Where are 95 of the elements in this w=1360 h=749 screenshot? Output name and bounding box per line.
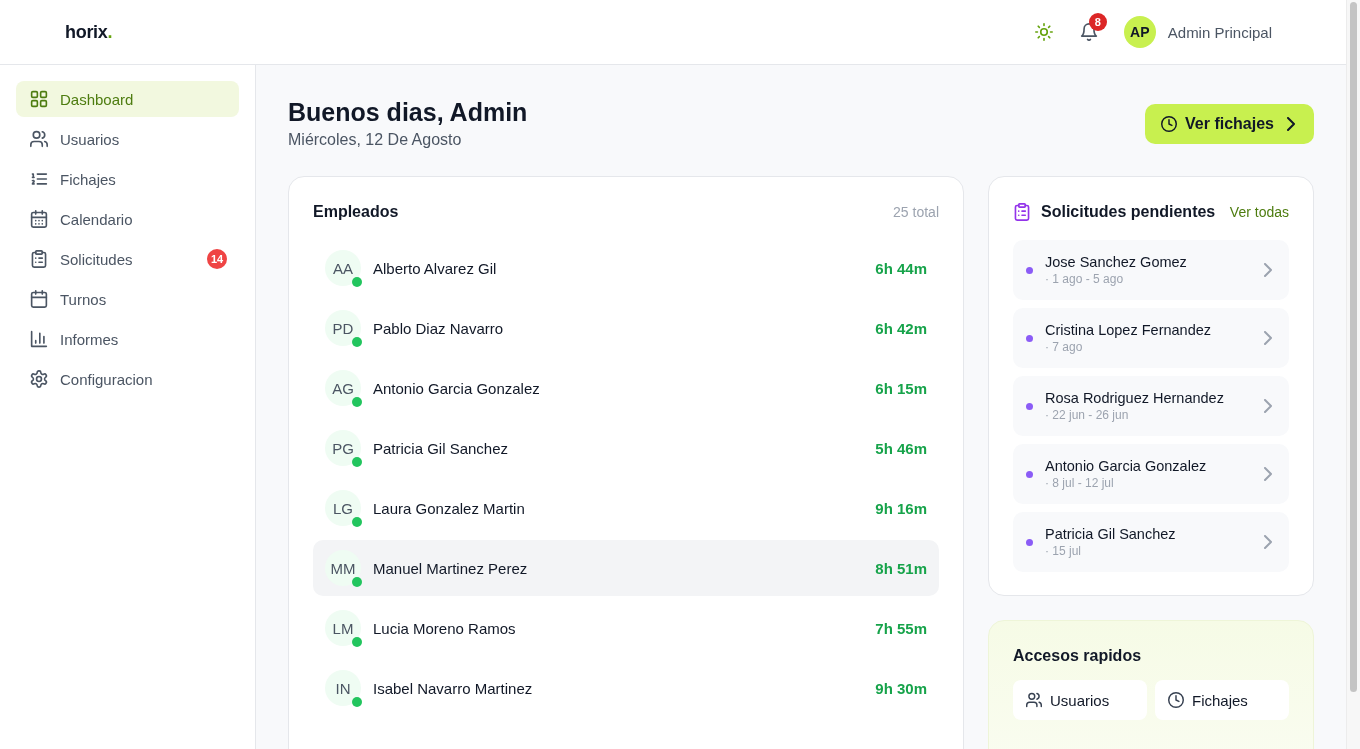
employee-name: Antonio Garcia Gonzalez: [373, 379, 541, 397]
request-item[interactable]: Rosa Rodriguez Hernandez · 22 jun - 26 jun: [1013, 376, 1289, 436]
hours-worked: 7h 55m: [875, 619, 927, 637]
request-dates: · 8 jul - 12 jul: [1045, 476, 1114, 490]
request-item[interactable]: Jose Sanchez Gomez · 1 ago - 5 ago: [1013, 240, 1289, 300]
initials-avatar: MM: [325, 550, 361, 586]
initials-avatar: PD: [325, 310, 361, 346]
employee-row[interactable]: AA Alberto Alvarez Gil 6h 44m: [313, 240, 939, 296]
view-all-link[interactable]: Ver todas: [1229, 204, 1289, 220]
hours-worked: 5h 46m: [875, 439, 927, 457]
user-name: Admin Principal: [1167, 23, 1272, 41]
total-count: 25 total: [893, 204, 939, 220]
scrollbar-thumb[interactable]: [1350, 2, 1357, 692]
clock-icon: [1168, 692, 1184, 708]
users-icon: [30, 130, 48, 148]
employee-row[interactable]: LG Laura Gonzalez Martin 9h 16m: [313, 480, 939, 536]
employee-row[interactable]: PG Patricia Gil Sanchez 5h 46m: [313, 420, 939, 476]
initials-avatar: IN: [325, 670, 361, 706]
employee-row[interactable]: PD Pablo Diaz Navarro 6h 42m: [313, 300, 939, 356]
calendar-icon: [30, 290, 48, 308]
chevron-icon: [1261, 399, 1275, 413]
status-dot-icon: [1026, 470, 1033, 478]
chevron-icon: [1261, 263, 1275, 277]
initials-avatar: PG: [325, 430, 361, 466]
sun-icon[interactable]: [1034, 23, 1053, 41]
hours-worked: 6h 44m: [875, 259, 927, 277]
hours-worked: 8h 51m: [875, 559, 927, 577]
status-dot-icon: [1026, 334, 1033, 342]
hours-worked: 6h 15m: [875, 379, 927, 397]
request-item[interactable]: Patricia Gil Sanchez · 15 jul: [1013, 512, 1289, 572]
request-dates: · 1 ago - 5 ago: [1045, 272, 1124, 286]
employee-name: Alberto Alvarez Gil: [373, 259, 498, 277]
requester-name: Rosa Rodriguez Hernandez: [1045, 390, 1224, 406]
employee-name: Laura Gonzalez Martin: [373, 499, 526, 517]
hours-worked: 9h 16m: [875, 499, 927, 517]
chevron-icon: [1261, 467, 1275, 481]
employee-row[interactable]: MM Manuel Martinez Perez 8h 51m: [313, 540, 939, 596]
hours-worked: 9h 30m: [875, 679, 927, 697]
date-text: Miércoles, 12 De Agosto: [288, 130, 463, 150]
notification-badge: 8: [1088, 13, 1107, 31]
request-dates: · 7 ago: [1045, 340, 1083, 354]
sidebar-item[interactable]: Calendario: [16, 201, 239, 237]
status-dot-icon: [1026, 402, 1033, 410]
employee-name: Lucia Moreno Ramos: [373, 619, 517, 637]
initials-avatar: LM: [325, 610, 361, 646]
request-dates: · 15 jul: [1045, 544, 1082, 558]
sidebar-item[interactable]: Usuarios: [16, 121, 239, 157]
numbered-list-icon: [30, 170, 48, 188]
greeting-title: Buenos dias, Admin: [288, 97, 528, 127]
initials-avatar: AA: [325, 250, 361, 286]
sidebar-item[interactable]: Dashboard: [16, 81, 239, 117]
employee-name: Pablo Diaz Navarro: [373, 319, 505, 337]
requester-name: Patricia Gil Sanchez: [1045, 526, 1176, 542]
initials-avatar: LG: [325, 490, 361, 526]
users-icon: [1026, 692, 1042, 708]
employee-row[interactable]: IN Isabel Navarro Martinez 9h 30m: [313, 660, 939, 716]
clipboard-icon: [30, 250, 48, 268]
card-title: Accesos rapidos: [1013, 647, 1142, 665]
user-avatar[interactable]: AP: [1123, 16, 1156, 48]
employee-row[interactable]: LM Lucia Moreno Ramos 7h 55m: [313, 600, 939, 656]
card-title: Solicitudes pendientes: [1041, 203, 1216, 221]
employee-row[interactable]: AG Antonio Garcia Gonzalez 6h 15m: [313, 360, 939, 416]
request-item[interactable]: Cristina Lopez Fernandez · 7 ago: [1013, 308, 1289, 368]
chevron-icon: [1261, 535, 1275, 549]
shortcut-button[interactable]: Fichajes: [1155, 680, 1289, 720]
sidebar-item[interactable]: Informes: [16, 321, 239, 357]
sidebar-item[interactable]: Turnos: [16, 281, 239, 317]
grid-icon: [30, 90, 48, 108]
chevron-icon: [1284, 117, 1298, 131]
employee-name: Isabel Navarro Martinez: [373, 679, 534, 697]
sidebar-item[interactable]: Fichajes: [16, 161, 239, 197]
employee-name: Manuel Martinez Perez: [373, 559, 529, 577]
status-dot-icon: [1026, 538, 1033, 546]
hours-worked: 6h 42m: [875, 319, 927, 337]
request-item[interactable]: Antonio Garcia Gonzalez · 8 jul - 12 jul: [1013, 444, 1289, 504]
count-badge: 14: [207, 249, 227, 269]
requester-name: Jose Sanchez Gomez: [1045, 254, 1187, 270]
calendar-icon: [30, 210, 48, 228]
settings-icon: [30, 370, 48, 388]
clock-icon: [1161, 116, 1178, 132]
request-dates: · 22 jun - 26 jun: [1045, 408, 1129, 422]
employee-name: Patricia Gil Sanchez: [373, 439, 510, 457]
chevron-icon: [1261, 331, 1275, 345]
initials-avatar: AG: [325, 370, 361, 406]
card-title: Empleados: [313, 203, 399, 221]
sidebar-item[interactable]: Configuracion: [16, 361, 239, 397]
view-clockings-button[interactable]: Ver fichajes: [1145, 104, 1314, 144]
logo: horix.: [65, 21, 113, 43]
bar-chart-icon: [30, 330, 48, 348]
sidebar-item[interactable]: Solicitudes 14: [16, 241, 239, 277]
clipboard-icon: [1013, 203, 1031, 221]
requester-name: Cristina Lopez Fernandez: [1045, 322, 1212, 338]
status-dot-icon: [1026, 266, 1033, 274]
requester-name: Antonio Garcia Gonzalez: [1045, 458, 1207, 474]
shortcut-button[interactable]: Usuarios: [1013, 680, 1147, 720]
